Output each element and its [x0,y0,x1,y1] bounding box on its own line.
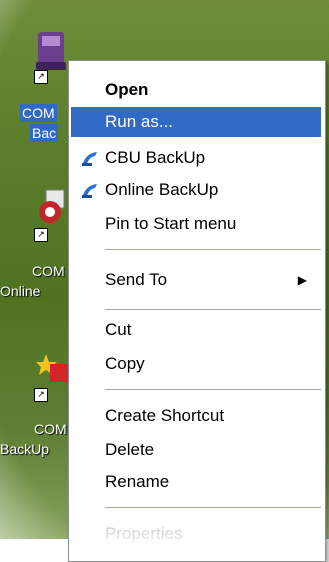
context-menu: Open Run as... CBU BackUp Online BackUp … [68,60,326,562]
menu-item-label: Copy [105,354,145,373]
backup-icon [82,152,97,166]
menu-item-pin-to-start[interactable]: Pin to Start menu [71,209,321,239]
menu-item-label: CBU BackUp [105,148,206,167]
desktop-icon-label-line2: Online [0,283,41,299]
menu-item-cut[interactable]: Cut [71,315,321,345]
desktop-icon-label-line2: BackUp [0,441,50,457]
menu-item-label: Open [105,80,149,99]
menu-item-properties[interactable]: Properties [71,519,321,549]
menu-item-run-as[interactable]: Run as... [71,107,321,137]
menu-item-delete[interactable]: Delete [71,435,321,465]
menu-item-label: Pin to Start menu [105,214,237,233]
menu-item-cbu-backup[interactable]: CBU BackUp [71,143,321,173]
submenu-arrow-icon: ▶ [297,273,307,287]
menu-item-copy[interactable]: Copy [71,349,321,379]
menu-item-label: Send To [105,270,168,289]
menu-separator [105,309,321,310]
desktop-icon-label: COM [32,263,65,279]
desktop-icon-label-line2: Bac [30,124,59,142]
menu-item-label: Rename [105,472,170,491]
menu-item-create-shortcut[interactable]: Create Shortcut [71,401,321,431]
menu-item-open[interactable]: Open [71,75,321,105]
menu-item-label: Online BackUp [105,180,219,199]
application-icon [39,189,65,223]
menu-item-label: Delete [105,440,155,459]
desktop-icon-label: COM [20,104,57,122]
application-icon [36,32,66,70]
menu-item-send-to[interactable]: Send To ▶ [71,265,321,295]
shortcut-arrow-icon: ↗ [34,228,48,242]
menu-item-online-backup[interactable]: Online BackUp [71,175,321,205]
menu-item-label: Properties [105,524,183,543]
menu-item-rename[interactable]: Rename [71,467,321,497]
menu-separator [105,249,321,250]
menu-separator [105,389,321,390]
menu-item-label: Create Shortcut [105,406,225,425]
menu-item-label: Run as... [105,112,174,131]
application-icon [36,354,68,382]
menu-item-label: Cut [105,320,132,339]
shortcut-arrow-icon: ↗ [34,388,48,402]
shortcut-arrow-icon: ↗ [34,70,48,84]
backup-icon [82,184,97,198]
desktop-icon-label: COM [34,421,67,437]
menu-separator [105,507,321,508]
